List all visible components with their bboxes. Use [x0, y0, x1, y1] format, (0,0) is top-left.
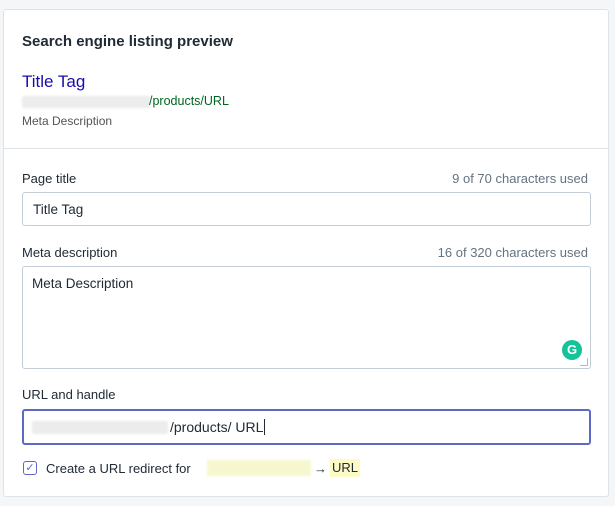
section-heading: Search engine listing preview — [22, 33, 233, 50]
seo-card: Search engine listing preview Title Tag … — [3, 9, 609, 497]
preview-url-redacted — [22, 96, 150, 108]
redirect-label: Create a URL redirect for — [46, 461, 191, 476]
url-handle-input[interactable]: /products/ URL — [22, 409, 591, 445]
preview-description: Meta Description — [22, 114, 113, 128]
resize-handle-icon[interactable] — [580, 358, 588, 366]
redirect-checkbox[interactable]: ✓ — [23, 461, 37, 475]
meta-description-char-count: 16 of 320 characters used — [437, 245, 588, 260]
page-title-char-count: 9 of 70 characters used — [452, 171, 588, 186]
meta-description-label: Meta description — [22, 245, 118, 260]
url-handle-value: /products/ URL — [170, 419, 266, 435]
meta-description-value: Meta Description — [32, 276, 134, 291]
meta-description-textarea[interactable]: Meta Description G — [22, 266, 591, 369]
arrow-right-icon: → — [314, 461, 327, 476]
grammarly-icon[interactable]: G — [562, 340, 582, 360]
text-caret — [264, 419, 266, 435]
preview-url: /products/URL — [149, 94, 229, 108]
redirect-source-redacted — [207, 460, 311, 476]
url-handle-label: URL and handle — [22, 387, 116, 402]
redirect-target: URL — [330, 459, 361, 477]
preview-title: Title Tag — [22, 72, 86, 91]
page-title-input[interactable] — [22, 192, 591, 226]
search-preview-section: Search engine listing preview Title Tag … — [4, 10, 608, 149]
url-domain-redacted — [32, 421, 168, 434]
page-title-label: Page title — [22, 171, 77, 186]
